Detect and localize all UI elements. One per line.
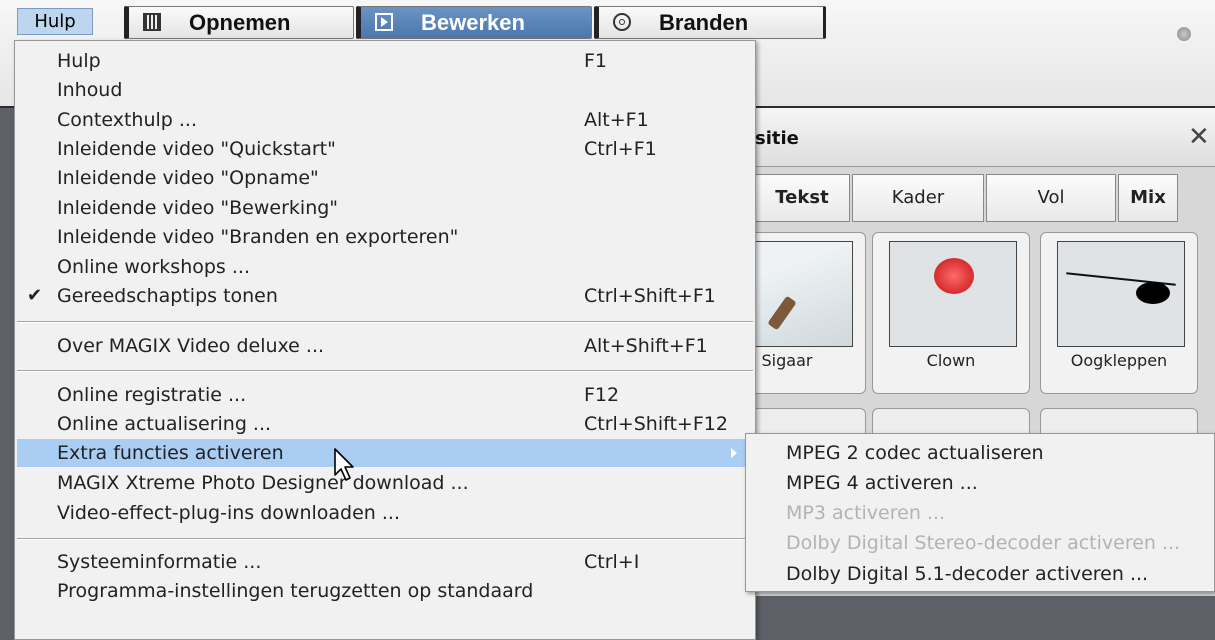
close-icon[interactable]: ✕ bbox=[1188, 122, 1210, 152]
menu-item-over-magix[interactable]: Over MAGIX Video deluxe ... Alt+Shift+F1 bbox=[17, 332, 753, 360]
menu-separator bbox=[17, 538, 753, 540]
panel-header: sitie ✕ bbox=[740, 108, 1215, 167]
menu-item-label: Programma-instellingen terugzetten op st… bbox=[57, 580, 534, 602]
menu-item-label: Systeeminformatie ... bbox=[57, 551, 262, 573]
menu-item-label: Inhoud bbox=[57, 79, 123, 101]
menu-item-shortcut: Ctrl+Shift+F1 bbox=[584, 285, 716, 307]
menu-item-label: Extra functies activeren bbox=[57, 442, 284, 464]
menu-item-video-quickstart[interactable]: Inleidende video "Quickstart" Ctrl+F1 bbox=[17, 135, 753, 163]
menu-item-plugins-download[interactable]: Video-effect-plug-ins downloaden ... bbox=[17, 499, 753, 527]
menu-item-label: Hulp bbox=[57, 50, 101, 72]
menu-item-label: Inleidende video "Opname" bbox=[57, 167, 319, 189]
menu-item-label: Over MAGIX Video deluxe ... bbox=[57, 335, 325, 357]
menu-item-extra-functies[interactable]: Extra functies activeren bbox=[17, 439, 753, 467]
menu-separator bbox=[17, 370, 753, 372]
menu-item-video-opname[interactable]: Inleidende video "Opname" bbox=[17, 164, 753, 192]
panel-title: sitie bbox=[755, 128, 799, 149]
tab-tekst[interactable]: Tekst bbox=[754, 174, 850, 222]
menu-item-shortcut: Ctrl+I bbox=[584, 551, 640, 573]
menu-hulp[interactable]: Hulp bbox=[17, 8, 93, 35]
menu-item-video-bewerking[interactable]: Inleidende video "Bewerking" bbox=[17, 194, 753, 222]
tab-branden[interactable]: Branden bbox=[594, 6, 826, 39]
disc-icon bbox=[613, 13, 631, 31]
menu-item-gereedschaptips[interactable]: ✔ Gereedschaptips tonen Ctrl+Shift+F1 bbox=[17, 282, 753, 310]
submenu-item-mpeg4[interactable]: MPEG 4 activeren ... bbox=[786, 469, 978, 497]
menu-item-photo-designer[interactable]: MAGIX Xtreme Photo Designer download ... bbox=[17, 469, 753, 497]
menu-item-online-actualisering[interactable]: Online actualisering ... Ctrl+Shift+F12 bbox=[17, 410, 753, 438]
menu-item-shortcut: Alt+F1 bbox=[584, 109, 649, 131]
menu-item-label: Contexthulp ... bbox=[57, 109, 198, 131]
menu-item-label: MAGIX Xtreme Photo Designer download ... bbox=[57, 472, 469, 494]
effect-tile-label: Clown bbox=[926, 351, 976, 370]
effect-tile-label: Oogkleppen bbox=[1070, 351, 1168, 370]
menu-separator bbox=[17, 321, 753, 323]
tab-vol[interactable]: Vol bbox=[986, 174, 1116, 222]
submenu-item-dolby-stereo: Dolby Digital Stereo-decoder activeren .… bbox=[786, 532, 1181, 554]
menu-item-shortcut: Ctrl+F1 bbox=[584, 138, 657, 160]
tab-opnemen-label: Opnemen bbox=[189, 10, 291, 35]
menu-item-systeeminformatie[interactable]: Systeeminformatie ... Ctrl+I bbox=[17, 548, 753, 576]
menu-item-label: Inleidende video "Quickstart" bbox=[57, 138, 336, 160]
menu-item-contexthulp[interactable]: Contexthulp ... Alt+F1 bbox=[17, 106, 753, 134]
tab-bewerken[interactable]: Bewerken bbox=[356, 6, 592, 39]
checkmark-icon: ✔ bbox=[27, 285, 43, 306]
menu-item-label: Gereedschaptips tonen bbox=[57, 285, 278, 307]
tab-mix[interactable]: Mix bbox=[1118, 174, 1178, 222]
window-control-icon[interactable] bbox=[1177, 27, 1191, 41]
effect-tile-oogkleppen[interactable]: Oogkleppen bbox=[1040, 232, 1198, 394]
menu-item-shortcut: F12 bbox=[584, 384, 620, 406]
menu-item-online-workshops[interactable]: Online workshops ... bbox=[17, 253, 753, 281]
menu-item-online-registratie[interactable]: Online registratie ... F12 bbox=[17, 381, 753, 409]
menu-item-label: Online registratie ... bbox=[57, 384, 247, 406]
extra-functies-submenu: MPEG 2 codec actualiseren MPEG 4 activer… bbox=[745, 433, 1215, 592]
effect-tile-clown[interactable]: Clown bbox=[872, 232, 1030, 394]
tab-bewerken-label: Bewerken bbox=[421, 10, 525, 35]
submenu-item-mp3: MP3 activeren ... bbox=[786, 502, 946, 524]
tab-kader[interactable]: Kader bbox=[852, 174, 984, 222]
menu-item-shortcut: Alt+Shift+F1 bbox=[584, 335, 708, 357]
menu-item-shortcut: Ctrl+Shift+F12 bbox=[584, 413, 728, 435]
effect-thumbnail bbox=[1057, 241, 1185, 347]
submenu-item-mpeg2[interactable]: MPEG 2 codec actualiseren bbox=[786, 439, 1044, 467]
menu-item-label: Online workshops ... bbox=[57, 256, 250, 278]
menu-item-video-branden[interactable]: Inleidende video "Branden en exporteren" bbox=[17, 223, 753, 251]
help-menu: Hulp F1 Inhoud Contexthulp ... Alt+F1 In… bbox=[14, 40, 756, 640]
film-strip-icon bbox=[143, 13, 161, 31]
submenu-arrow-icon bbox=[731, 448, 737, 458]
menu-item-hulp[interactable]: Hulp F1 bbox=[17, 47, 753, 75]
mouse-cursor-icon bbox=[334, 448, 354, 481]
effect-thumbnail bbox=[889, 241, 1017, 347]
menu-item-label: Video-effect-plug-ins downloaden ... bbox=[57, 502, 400, 524]
play-icon bbox=[375, 13, 393, 31]
panel-tabs: Tekst Kader Vol Mix bbox=[740, 174, 1215, 222]
tab-opnemen[interactable]: Opnemen bbox=[124, 6, 354, 39]
menu-item-label: Inleidende video "Bewerking" bbox=[57, 197, 339, 219]
menu-item-label: Inleidende video "Branden en exporteren" bbox=[57, 226, 459, 248]
submenu-item-dolby-51[interactable]: Dolby Digital 5.1-decoder activeren ... bbox=[786, 560, 1148, 588]
menu-item-label: Online actualisering ... bbox=[57, 413, 272, 435]
menu-item-reset-instellingen[interactable]: Programma-instellingen terugzetten op st… bbox=[17, 577, 753, 605]
tab-branden-label: Branden bbox=[659, 10, 749, 35]
menu-item-inhoud[interactable]: Inhoud bbox=[17, 76, 753, 104]
menu-item-shortcut: F1 bbox=[584, 50, 608, 72]
